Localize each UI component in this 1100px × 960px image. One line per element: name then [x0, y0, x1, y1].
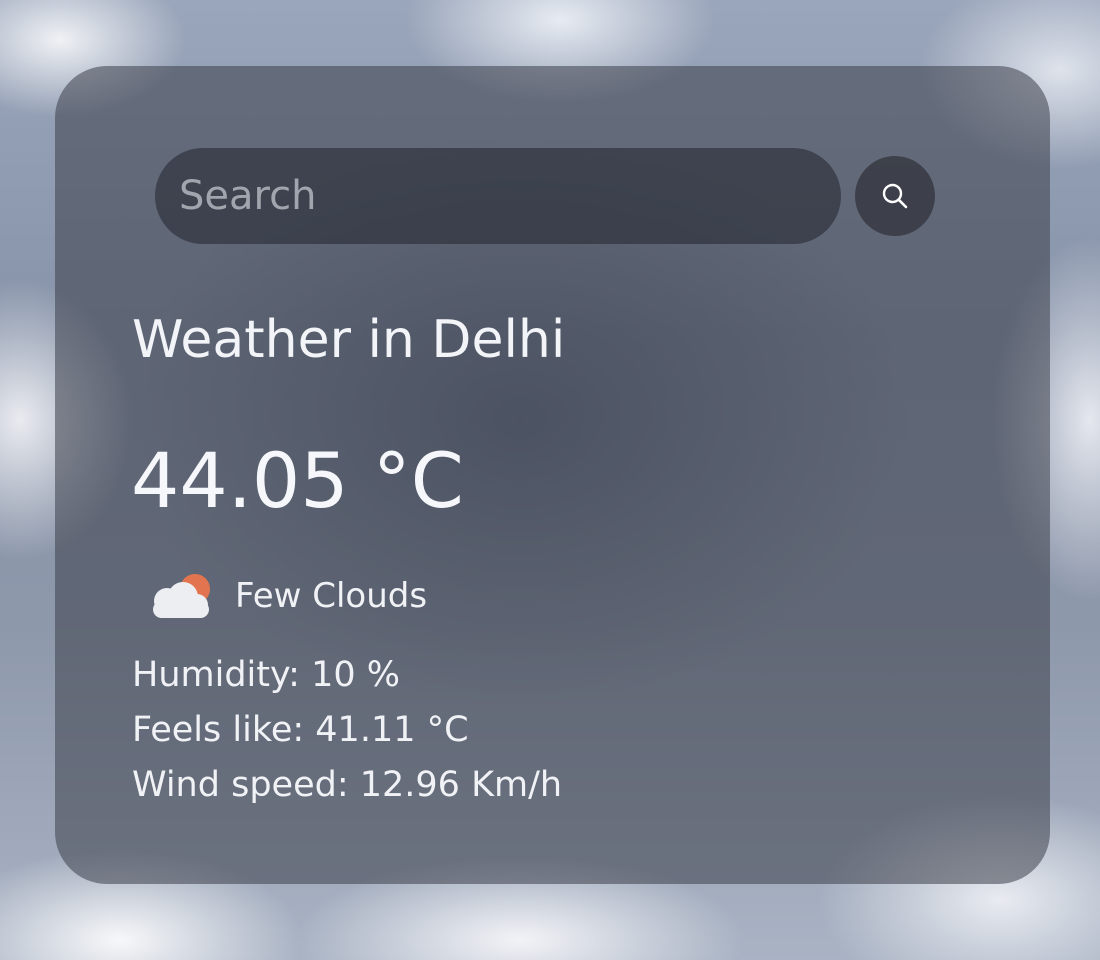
weather-card: Weather in Delhi 44.05 °C Few Clouds Hum…: [55, 66, 1050, 884]
search-button[interactable]: [855, 156, 935, 236]
search-bar: [155, 148, 935, 244]
search-icon: [882, 183, 908, 209]
city-title: Weather in Delhi: [132, 310, 566, 370]
condition-label: Few Clouds: [235, 576, 428, 616]
wind-speed-value: Wind speed: 12.96 Km/h: [132, 765, 563, 805]
weather-condition: Few Clouds: [145, 571, 427, 621]
humidity-value: Humidity: 10 %: [132, 655, 400, 695]
temperature: 44.05 °C: [131, 436, 464, 525]
feels-like-value: Feels like: 41.11 °C: [132, 710, 469, 750]
search-input[interactable]: [155, 148, 841, 244]
few-clouds-icon: [153, 574, 210, 618]
weather-details: Humidity: 10 % Feels like: 41.11 °C Wind…: [132, 648, 562, 813]
